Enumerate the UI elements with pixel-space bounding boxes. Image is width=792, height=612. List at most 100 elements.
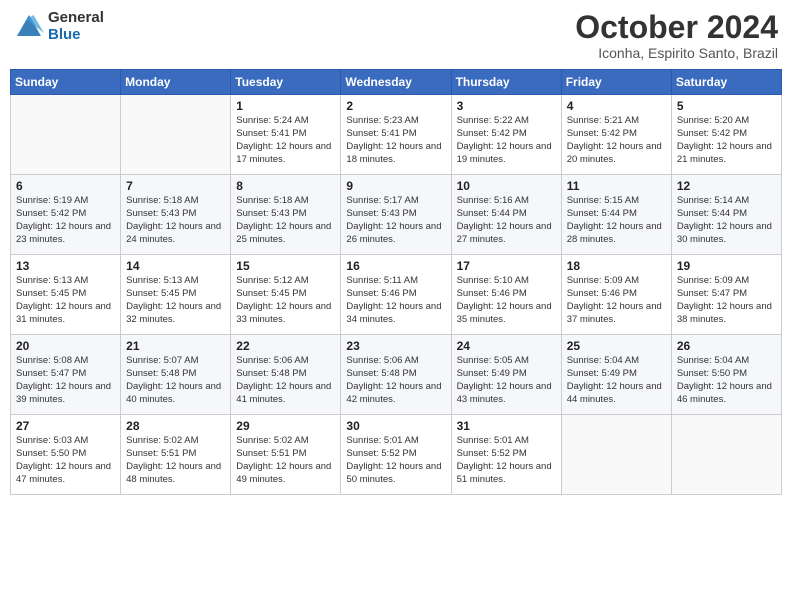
calendar-cell: 30 Sunrise: 5:01 AM Sunset: 5:52 PM Dayli… <box>341 415 451 495</box>
calendar-cell: 6 Sunrise: 5:19 AM Sunset: 5:42 PM Daylig… <box>11 175 121 255</box>
day-number: 16 <box>346 259 445 273</box>
day-number: 2 <box>346 99 445 113</box>
day-number: 25 <box>567 339 666 353</box>
calendar-cell: 2 Sunrise: 5:23 AM Sunset: 5:41 PM Daylig… <box>341 95 451 175</box>
day-number: 1 <box>236 99 335 113</box>
day-number: 28 <box>126 419 225 433</box>
calendar-body: 1 Sunrise: 5:24 AM Sunset: 5:41 PM Daylig… <box>11 95 782 495</box>
day-number: 12 <box>677 179 776 193</box>
calendar-cell: 24Sunrise: 5:05 AM Sunset: 5:49 PM Dayli… <box>451 335 561 415</box>
day-info: Sunrise: 5:18 AM Sunset: 5:43 PM Dayligh… <box>236 195 335 246</box>
calendar-cell <box>121 95 231 175</box>
day-number: 8 <box>236 179 335 193</box>
calendar-cell: 12Sunrise: 5:14 AM Sunset: 5:44 PM Dayli… <box>671 175 781 255</box>
day-info: Sunrise: 5:22 AM Sunset: 5:42 PM Dayligh… <box>457 115 556 166</box>
day-number: 21 <box>126 339 225 353</box>
day-info: Sunrise: 5:02 AM Sunset: 5:51 PM Dayligh… <box>126 435 225 486</box>
calendar-cell: 7 Sunrise: 5:18 AM Sunset: 5:43 PM Daylig… <box>121 175 231 255</box>
day-info: Sunrise: 5:04 AM Sunset: 5:50 PM Dayligh… <box>677 355 776 406</box>
day-info: Sunrise: 5:09 AM Sunset: 5:46 PM Dayligh… <box>567 275 666 326</box>
calendar-cell <box>671 415 781 495</box>
day-number: 20 <box>16 339 115 353</box>
weekday-header-row: SundayMondayTuesdayWednesdayThursdayFrid… <box>11 70 782 95</box>
day-info: Sunrise: 5:15 AM Sunset: 5:44 PM Dayligh… <box>567 195 666 246</box>
calendar-cell: 27Sunrise: 5:03 AM Sunset: 5:50 PM Dayli… <box>11 415 121 495</box>
calendar-cell: 31Sunrise: 5:01 AM Sunset: 5:52 PM Dayli… <box>451 415 561 495</box>
day-info: Sunrise: 5:05 AM Sunset: 5:49 PM Dayligh… <box>457 355 556 406</box>
day-info: Sunrise: 5:01 AM Sunset: 5:52 PM Dayligh… <box>346 435 445 486</box>
calendar-cell: 21 Sunrise: 5:07 AM Sunset: 5:48 PM Dayli… <box>121 335 231 415</box>
day-info: Sunrise: 5:23 AM Sunset: 5:41 PM Dayligh… <box>346 115 445 166</box>
calendar-cell: 17Sunrise: 5:10 AM Sunset: 5:46 PM Dayli… <box>451 255 561 335</box>
day-number: 7 <box>126 179 225 193</box>
day-number: 26 <box>677 339 776 353</box>
calendar-week-5: 27Sunrise: 5:03 AM Sunset: 5:50 PM Dayli… <box>11 415 782 495</box>
day-number: 14 <box>126 259 225 273</box>
weekday-header-wednesday: Wednesday <box>341 70 451 95</box>
weekday-header-saturday: Saturday <box>671 70 781 95</box>
day-number: 23 <box>346 339 445 353</box>
day-info: Sunrise: 5:01 AM Sunset: 5:52 PM Dayligh… <box>457 435 556 486</box>
day-number: 17 <box>457 259 556 273</box>
day-info: Sunrise: 5:17 AM Sunset: 5:43 PM Dayligh… <box>346 195 445 246</box>
calendar-cell: 26 Sunrise: 5:04 AM Sunset: 5:50 PM Dayli… <box>671 335 781 415</box>
page-header: General Blue October 2024 Iconha, Espiri… <box>10 10 782 61</box>
day-number: 6 <box>16 179 115 193</box>
logo-icon <box>14 12 44 42</box>
calendar-week-3: 13 Sunrise: 5:13 AM Sunset: 5:45 PM Dayli… <box>11 255 782 335</box>
day-info: Sunrise: 5:12 AM Sunset: 5:45 PM Dayligh… <box>236 275 335 326</box>
day-number: 18 <box>567 259 666 273</box>
day-number: 30 <box>346 419 445 433</box>
calendar-cell: 4Sunrise: 5:21 AM Sunset: 5:42 PM Daylig… <box>561 95 671 175</box>
calendar-cell: 5Sunrise: 5:20 AM Sunset: 5:42 PM Daylig… <box>671 95 781 175</box>
day-info: Sunrise: 5:24 AM Sunset: 5:41 PM Dayligh… <box>236 115 335 166</box>
day-info: Sunrise: 5:02 AM Sunset: 5:51 PM Dayligh… <box>236 435 335 486</box>
calendar-header: SundayMondayTuesdayWednesdayThursdayFrid… <box>11 70 782 95</box>
calendar-week-4: 20 Sunrise: 5:08 AM Sunset: 5:47 PM Dayli… <box>11 335 782 415</box>
day-info: Sunrise: 5:03 AM Sunset: 5:50 PM Dayligh… <box>16 435 115 486</box>
month-title: October 2024 <box>575 10 778 45</box>
calendar-cell: 13 Sunrise: 5:13 AM Sunset: 5:45 PM Dayli… <box>11 255 121 335</box>
day-info: Sunrise: 5:18 AM Sunset: 5:43 PM Dayligh… <box>126 195 225 246</box>
calendar-cell: 8 Sunrise: 5:18 AM Sunset: 5:43 PM Daylig… <box>231 175 341 255</box>
day-info: Sunrise: 5:06 AM Sunset: 5:48 PM Dayligh… <box>346 355 445 406</box>
logo-blue-text: Blue <box>48 27 104 44</box>
calendar-cell: 3 Sunrise: 5:22 AM Sunset: 5:42 PM Daylig… <box>451 95 561 175</box>
day-info: Sunrise: 5:04 AM Sunset: 5:49 PM Dayligh… <box>567 355 666 406</box>
calendar-cell: 16Sunrise: 5:11 AM Sunset: 5:46 PM Dayli… <box>341 255 451 335</box>
calendar-cell: 10Sunrise: 5:16 AM Sunset: 5:44 PM Dayli… <box>451 175 561 255</box>
calendar-cell: 15Sunrise: 5:12 AM Sunset: 5:45 PM Dayli… <box>231 255 341 335</box>
location-subtitle: Iconha, Espirito Santo, Brazil <box>575 45 778 61</box>
calendar-cell: 29 Sunrise: 5:02 AM Sunset: 5:51 PM Dayli… <box>231 415 341 495</box>
day-info: Sunrise: 5:09 AM Sunset: 5:47 PM Dayligh… <box>677 275 776 326</box>
day-info: Sunrise: 5:08 AM Sunset: 5:47 PM Dayligh… <box>16 355 115 406</box>
day-number: 3 <box>457 99 556 113</box>
day-info: Sunrise: 5:06 AM Sunset: 5:48 PM Dayligh… <box>236 355 335 406</box>
calendar-cell: 1 Sunrise: 5:24 AM Sunset: 5:41 PM Daylig… <box>231 95 341 175</box>
day-number: 13 <box>16 259 115 273</box>
day-number: 10 <box>457 179 556 193</box>
calendar-week-1: 1 Sunrise: 5:24 AM Sunset: 5:41 PM Daylig… <box>11 95 782 175</box>
calendar-cell: 20 Sunrise: 5:08 AM Sunset: 5:47 PM Dayli… <box>11 335 121 415</box>
day-number: 5 <box>677 99 776 113</box>
weekday-header-friday: Friday <box>561 70 671 95</box>
title-block: October 2024 Iconha, Espirito Santo, Bra… <box>575 10 778 61</box>
calendar-cell: 25 Sunrise: 5:04 AM Sunset: 5:49 PM Dayli… <box>561 335 671 415</box>
day-info: Sunrise: 5:07 AM Sunset: 5:48 PM Dayligh… <box>126 355 225 406</box>
day-number: 29 <box>236 419 335 433</box>
day-info: Sunrise: 5:19 AM Sunset: 5:42 PM Dayligh… <box>16 195 115 246</box>
calendar-cell: 23 Sunrise: 5:06 AM Sunset: 5:48 PM Dayli… <box>341 335 451 415</box>
day-number: 22 <box>236 339 335 353</box>
calendar-cell: 14Sunrise: 5:13 AM Sunset: 5:45 PM Dayli… <box>121 255 231 335</box>
weekday-header-sunday: Sunday <box>11 70 121 95</box>
calendar-cell: 19Sunrise: 5:09 AM Sunset: 5:47 PM Dayli… <box>671 255 781 335</box>
weekday-header-tuesday: Tuesday <box>231 70 341 95</box>
calendar-cell: 9Sunrise: 5:17 AM Sunset: 5:43 PM Daylig… <box>341 175 451 255</box>
calendar-cell: 11Sunrise: 5:15 AM Sunset: 5:44 PM Dayli… <box>561 175 671 255</box>
logo-general-text: General <box>48 10 104 27</box>
calendar-cell <box>11 95 121 175</box>
calendar-cell: 18 Sunrise: 5:09 AM Sunset: 5:46 PM Dayli… <box>561 255 671 335</box>
day-info: Sunrise: 5:21 AM Sunset: 5:42 PM Dayligh… <box>567 115 666 166</box>
day-info: Sunrise: 5:13 AM Sunset: 5:45 PM Dayligh… <box>16 275 115 326</box>
weekday-header-thursday: Thursday <box>451 70 561 95</box>
